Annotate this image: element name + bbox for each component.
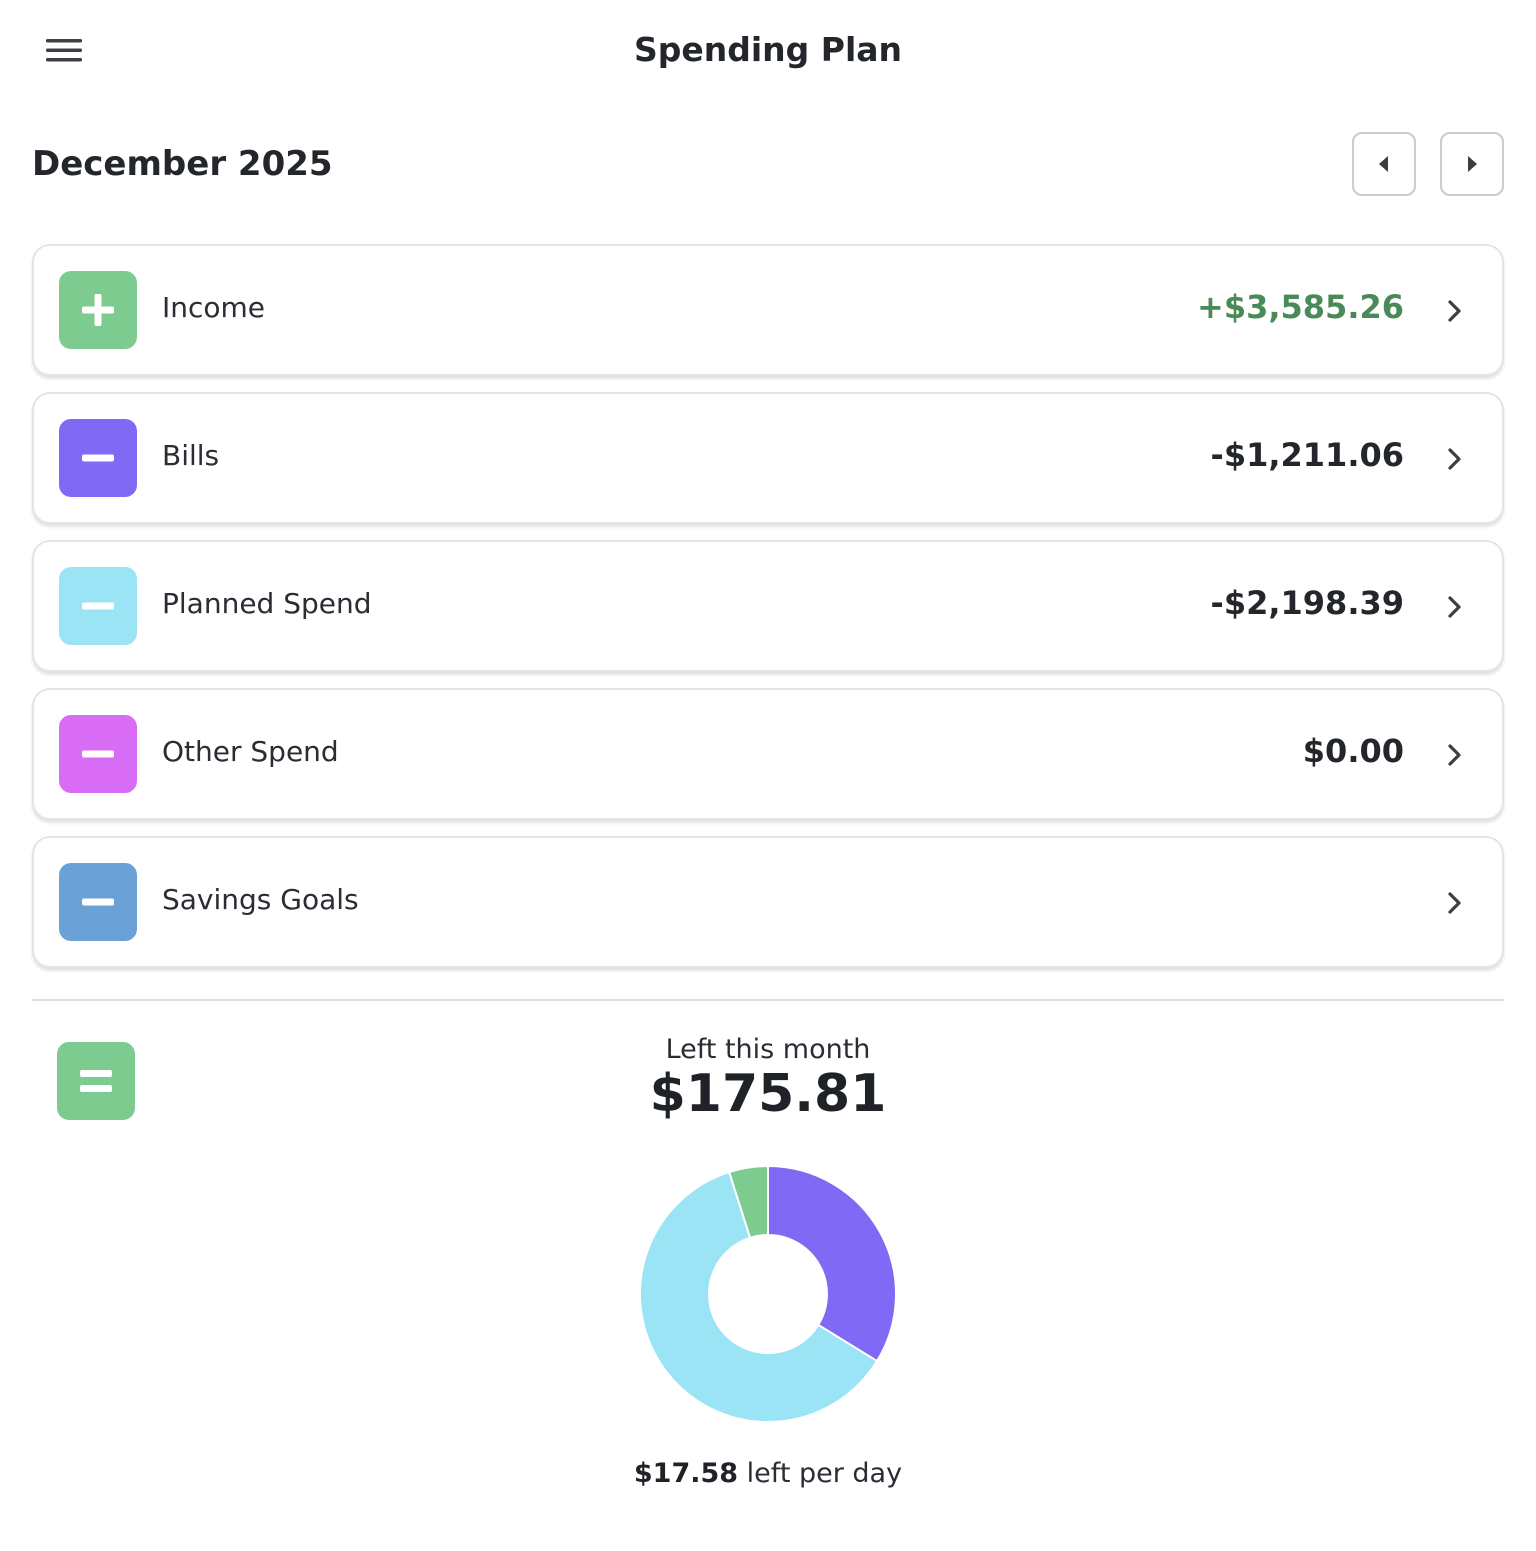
- savings-goals-icon-tile: [59, 863, 137, 941]
- chevron-right-icon: [1448, 596, 1461, 618]
- category-card-income[interactable]: Income +$3,585.26: [32, 244, 1504, 376]
- previous-month-button[interactable]: [1352, 132, 1416, 196]
- caret-right-icon: [1468, 156, 1477, 172]
- spending-donut-chart: [639, 1164, 897, 1423]
- caret-left-icon: [1379, 156, 1388, 172]
- category-amount: -$2,198.39: [1210, 584, 1404, 622]
- left-this-month-amount: $175.81: [649, 1064, 887, 1124]
- chevron-right-icon: [1448, 892, 1461, 914]
- minus-icon: [59, 715, 137, 793]
- left-this-month-label: Left this month: [665, 1034, 871, 1065]
- donut-slice-bills: [767, 1164, 897, 1363]
- minus-icon: [59, 567, 137, 645]
- chevron-right-icon: [1448, 300, 1461, 322]
- month-title: December 2025: [32, 144, 333, 184]
- bills-icon-tile: [59, 419, 137, 497]
- category-card-bills[interactable]: Bills -$1,211.06: [32, 392, 1504, 524]
- category-amount: $0.00: [1302, 732, 1404, 770]
- category-list: Income +$3,585.26 Bills -$1,211.06 Plann…: [32, 244, 1504, 984]
- left-per-day: $17.58 left per day: [0, 1458, 1536, 1489]
- chevron-right-icon: [1448, 744, 1461, 766]
- category-label: Other Spend: [162, 735, 339, 768]
- minus-icon: [59, 419, 137, 497]
- top-bar: Spending Plan: [0, 0, 1536, 100]
- next-month-button[interactable]: [1440, 132, 1504, 196]
- category-label: Bills: [162, 439, 220, 472]
- page-title: Spending Plan: [633, 30, 903, 69]
- category-amount: +$3,585.26: [1197, 288, 1404, 326]
- category-amount: -$1,211.06: [1210, 436, 1404, 474]
- chevron-right-icon: [1448, 448, 1461, 470]
- month-selector: December 2025: [32, 130, 1504, 200]
- other-spend-icon-tile: [59, 715, 137, 793]
- category-card-other-spend[interactable]: Other Spend $0.00: [32, 688, 1504, 820]
- minus-icon: [59, 863, 137, 941]
- category-card-planned-spend[interactable]: Planned Spend -$2,198.39: [32, 540, 1504, 672]
- category-card-savings-goals[interactable]: Savings Goals: [32, 836, 1504, 968]
- category-label: Income: [162, 291, 266, 324]
- section-divider: [32, 999, 1504, 1001]
- per-day-amount: $17.58: [633, 1458, 739, 1489]
- category-label: Planned Spend: [162, 587, 372, 620]
- category-label: Savings Goals: [162, 883, 359, 916]
- per-day-label: left per day: [738, 1458, 903, 1489]
- plus-icon: [59, 271, 137, 349]
- income-icon-tile: [59, 271, 137, 349]
- planned-spend-icon-tile: [59, 567, 137, 645]
